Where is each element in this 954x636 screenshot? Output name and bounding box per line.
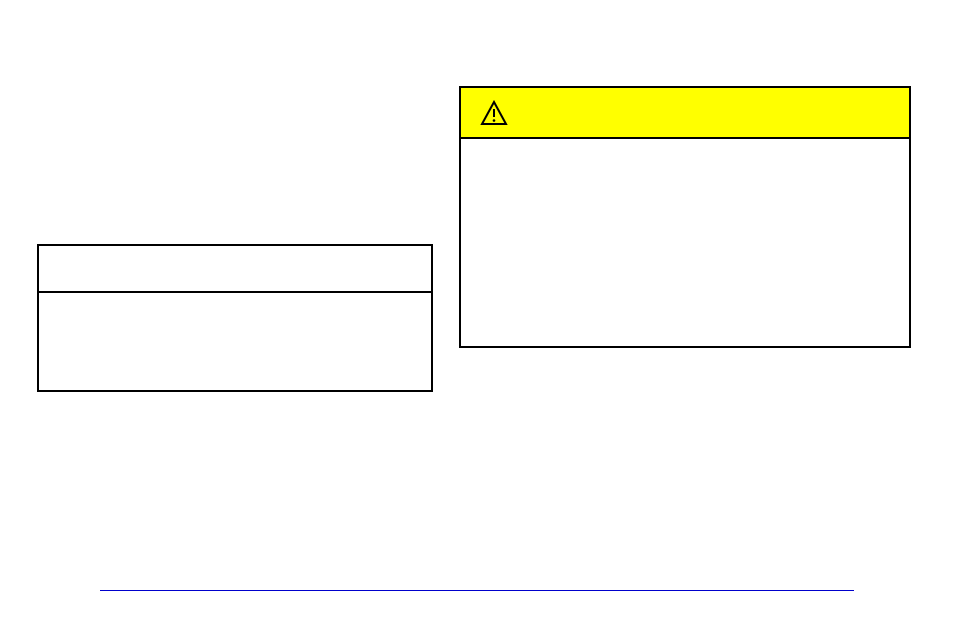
left-panel	[37, 244, 433, 392]
warning-triangle-icon	[479, 98, 509, 128]
left-panel-body	[39, 293, 431, 392]
left-panel-header	[39, 246, 431, 293]
horizontal-rule	[100, 590, 854, 591]
right-panel-header	[461, 88, 909, 139]
right-panel	[459, 86, 911, 348]
right-panel-body	[461, 139, 909, 346]
